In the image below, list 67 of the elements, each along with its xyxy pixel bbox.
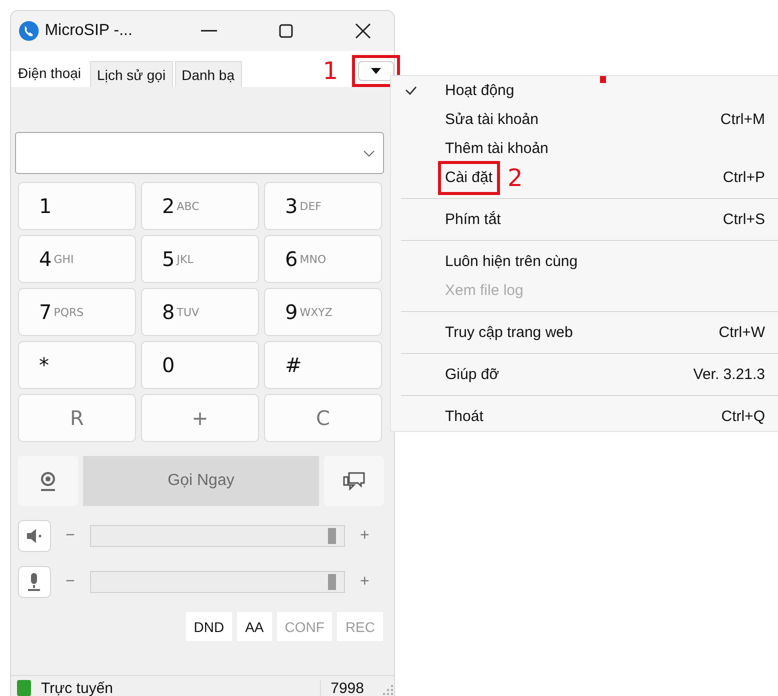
menu-item[interactable]: Truy cập trang web Ctrl+W <box>391 318 778 347</box>
menu-item[interactable]: Phím tắt Ctrl+S <box>391 205 778 234</box>
plus-sign: + <box>359 573 370 591</box>
shortcut-text: Ctrl+Q <box>721 408 765 425</box>
shortcut-text: Ctrl+S <box>722 211 765 228</box>
tab[interactable]: Danh bạ <box>174 61 242 87</box>
microphone-button[interactable] <box>18 566 51 598</box>
menu-item[interactable]: Luôn hiện trên cùng <box>391 247 778 276</box>
menu-item[interactable]: Cài đặt 2 Ctrl+P <box>391 163 778 192</box>
menu-item-label: Thoát <box>445 408 484 425</box>
keypad-key[interactable]: # <box>264 341 382 389</box>
keypad-key[interactable]: * <box>18 341 136 389</box>
menu-item-label: Hoạt động <box>445 82 514 99</box>
number-field[interactable] <box>15 132 384 174</box>
keypad-key[interactable]: 1 <box>18 182 136 230</box>
video-call-button[interactable] <box>18 456 78 506</box>
resize-grip-icon <box>382 684 394 696</box>
shortcut-text: Ctrl+W <box>718 324 765 341</box>
shortcut-text: Ctrl+M <box>720 111 765 128</box>
keypad-key[interactable]: R <box>18 394 136 442</box>
menu-item-label: Thêm tài khoản <box>445 140 548 157</box>
caret-icon <box>371 68 381 74</box>
shortcut-text: Ctrl+P <box>722 169 765 186</box>
menu-item[interactable]: Thoát Ctrl+Q <box>391 402 778 431</box>
speaker-icon <box>26 529 42 543</box>
step-number: 2 <box>508 166 523 190</box>
minus-sign: − <box>64 573 76 591</box>
speaker-button[interactable] <box>18 520 51 552</box>
menu-item-label: Sửa tài khoản <box>445 111 538 128</box>
toggle-button[interactable]: AA <box>237 612 272 641</box>
account-number: 7998 <box>320 680 374 696</box>
minus-sign: − <box>64 527 76 545</box>
plus-sign: + <box>359 527 370 545</box>
message-button[interactable] <box>324 456 384 506</box>
online-status-icon <box>17 680 31 696</box>
menu-item-label: Giúp đỡ <box>445 366 500 383</box>
chat-icon <box>342 471 366 491</box>
volume-slider[interactable] <box>90 571 346 593</box>
menu-item[interactable]: Thêm tài khoản <box>391 134 778 163</box>
menu-item-label: Cài đặt <box>445 169 493 186</box>
menu-button[interactable] <box>358 61 394 81</box>
menu-item-label: Luôn hiện trên cùng <box>445 253 578 270</box>
close-icon <box>355 23 372 39</box>
menu-item[interactable]: Hoạt động <box>391 76 778 105</box>
toggle-button[interactable]: DND <box>186 612 232 641</box>
menu-item-label: Truy cập trang web <box>445 324 573 341</box>
slider-thumb[interactable] <box>328 574 336 590</box>
menu-item[interactable]: Sửa tài khoản Ctrl+M <box>391 105 778 134</box>
menu-item-label: Xem file log <box>445 282 524 299</box>
menu-item[interactable]: Giúp đỡ Ver. 3.21.3 <box>391 360 778 389</box>
chevron-down-icon <box>363 150 375 156</box>
tab[interactable]: Lịch sử gọi <box>90 61 173 87</box>
slider-thumb[interactable] <box>328 528 336 544</box>
microphone-icon <box>26 572 42 592</box>
volume-slider[interactable] <box>90 525 346 547</box>
keypad-key[interactable]: 0 <box>141 341 259 389</box>
keypad-key[interactable]: C <box>264 394 382 442</box>
maximize-icon <box>279 24 294 38</box>
status-text: Trực tuyến <box>41 680 114 696</box>
annotation-mark <box>600 76 606 83</box>
step-number: 1 <box>322 59 338 83</box>
minimize-icon <box>201 30 218 32</box>
keypad-key[interactable]: + <box>141 394 259 442</box>
phone-logo-icon <box>19 21 39 41</box>
window-title: MicroSIP -... <box>44 22 134 40</box>
shortcut-text: Ver. 3.21.3 <box>693 366 765 383</box>
menu-item-label: Phím tắt <box>445 211 501 228</box>
